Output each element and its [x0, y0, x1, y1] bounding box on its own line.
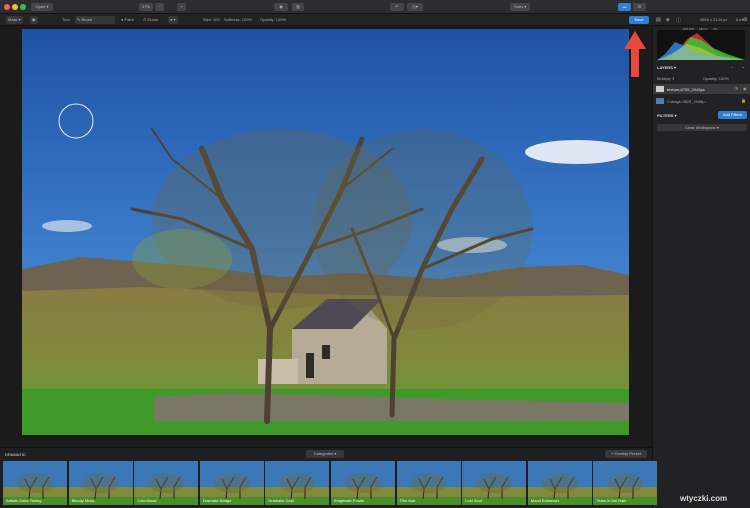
remove-layer-button[interactable]: − [731, 65, 733, 70]
preset-thumbnail[interactable]: Lost Soul [462, 461, 527, 505]
categories-label: Categories [313, 451, 334, 456]
history-icon[interactable]: ◷▾ [407, 3, 423, 11]
preset-category-title: DRAMATIC [5, 452, 26, 457]
brush-dropdown[interactable]: ✎ Brush [75, 16, 115, 24]
clear-workspace-button[interactable]: Clear Workspace ▾ [657, 124, 747, 131]
layer-name: Cottage-9823_2048p... [667, 99, 708, 104]
minimize-window-icon[interactable] [12, 4, 18, 10]
paint-option[interactable]: ● Paint [121, 16, 134, 24]
layers-label: LAYERS [657, 65, 673, 70]
brush-mode-dropdown[interactable]: ● ▾ [168, 16, 178, 24]
preset-thumbnail[interactable]: Cold Mood [134, 461, 199, 505]
iso-label: ISO 100 [683, 27, 695, 31]
preset-thumbnail[interactable]: Dramatic Cold [265, 461, 330, 505]
histogram-icon[interactable]: ▤ [656, 17, 661, 23]
brush-opacity[interactable]: Opacity: 100% [260, 16, 286, 24]
layout-toggle-icon[interactable]: ▬ [618, 3, 631, 11]
canvas-area[interactable] [0, 27, 652, 447]
preset-thumbnail[interactable]: Enigmatic Power [331, 461, 395, 505]
preset-name: Mood Enhancer [530, 498, 560, 503]
preset-thumbnail[interactable]: Film Noir [396, 461, 461, 505]
zoom-level: 27% [141, 4, 150, 9]
preset-thumbnail[interactable]: Tears in the Rain [593, 461, 658, 505]
info-icon[interactable]: ⓘ [676, 17, 681, 24]
brush-mask-icon[interactable]: ✎ [735, 86, 738, 91]
image-dimensions: 3616 x 3144 px [700, 17, 728, 22]
zoom-in-button[interactable]: + [177, 3, 186, 11]
brush-softness[interactable]: Softness: 100% [224, 16, 252, 24]
visibility-eye-icon[interactable]: ◉ [743, 86, 747, 91]
filters-label: FILTERS [657, 113, 674, 118]
preset-thumbnail[interactable]: Mood Enhancer [527, 461, 592, 505]
brush-label: Brush [81, 17, 92, 22]
close-window-icon[interactable] [4, 4, 10, 10]
preset-thumbnail[interactable]: Dramatic Bridge [199, 461, 264, 505]
overlay-preset-label: + Overlay Preset [611, 451, 641, 456]
right-panel: ▤ ◈ ⓘ ⚙ ISO 100 18mm f/11 LAYERS ▾ − + M… [652, 17, 750, 508]
open-button[interactable]: Open ▾ [31, 3, 53, 11]
tool-label: Tool: [62, 17, 71, 22]
zoom-out-button[interactable]: − [155, 3, 164, 11]
preset-name: Artistic Color Toning [6, 498, 42, 503]
save-button[interactable]: Save [629, 16, 649, 24]
title-bar: Open ▾ 27% − + ◉ ▥ ↶ ◷▾ Tools ▾ ▬ ☰ [0, 0, 750, 14]
histogram [657, 30, 745, 60]
layer-thumbnail [656, 86, 664, 92]
focal-length-label: 18mm [699, 27, 708, 31]
brush-toolbar: Mask ▾ ◉ Tool: ✎ Brush ● Paint ⊙ Erase ●… [0, 14, 750, 26]
preset-thumbnail[interactable]: Bloody Misty [68, 461, 133, 505]
mask-view-icon[interactable]: ◉ [30, 16, 38, 24]
preset-name: Bloody Misty [71, 498, 95, 503]
preset-name: Film Noir [399, 498, 416, 503]
preview-eye-icon[interactable]: ◉ [274, 3, 288, 11]
tools-button-label: Tools [513, 4, 524, 9]
watermark-text: wtyczki.com [680, 494, 728, 503]
aperture-label: f/11 [713, 27, 718, 31]
gear-icon[interactable]: ⚙ [743, 17, 747, 23]
layer-name: texture-6709_2048px [667, 87, 705, 92]
layer-thumbnail [656, 98, 664, 104]
preset-name: Cold Mood [137, 498, 157, 503]
add-layer-button[interactable]: + [742, 65, 744, 70]
compare-icon[interactable]: ▥ [292, 3, 304, 11]
layers-icon[interactable]: ◈ [666, 17, 670, 23]
tools-button[interactable]: Tools ▾ [510, 3, 530, 11]
blend-mode-label: Multiply [657, 76, 671, 81]
layer-opacity[interactable]: Opacity: 100% [703, 76, 729, 81]
categories-dropdown[interactable]: Categories ▾ [306, 450, 344, 458]
erase-option[interactable]: ⊙ Erase [143, 16, 158, 24]
edited-photo[interactable] [22, 29, 629, 435]
preset-thumbnail[interactable]: Artistic Color Toning [3, 461, 67, 505]
clear-workspace-label: Clear Workspace [685, 125, 716, 130]
lock-icon[interactable]: 🔒 [741, 98, 746, 103]
layer-row-cottage[interactable]: Cottage-9823_2048p... 🔒 [653, 96, 750, 106]
overlay-preset-button[interactable]: + Overlay Preset [605, 450, 647, 458]
blend-mode-dropdown[interactable]: Multiply ⇕ [657, 76, 675, 81]
layers-header[interactable]: LAYERS ▾ [657, 65, 676, 70]
red-arrow-icon [624, 31, 646, 77]
layer-row-texture[interactable]: texture-6709_2048px ✎ ◉ [653, 84, 750, 94]
landscape-image [22, 29, 629, 435]
preset-name: Dramatic Cold [268, 498, 294, 503]
panels-toggle-icon[interactable]: ☰ [633, 3, 646, 11]
zoom-window-icon[interactable] [20, 4, 26, 10]
preset-name: Tears in the Rain [596, 498, 627, 503]
paint-label: Paint [124, 17, 134, 22]
add-filters-button[interactable]: Add Filters [718, 111, 747, 119]
preset-name: Lost Soul [465, 498, 482, 503]
mask-label: Mask [8, 17, 18, 22]
preset-name: Dramatic Bridge [202, 498, 232, 503]
open-button-label: Open [35, 4, 46, 9]
undo-icon[interactable]: ↶ [390, 3, 404, 11]
mask-dropdown[interactable]: Mask ▾ [6, 16, 23, 24]
zoom-dropdown[interactable]: 27% [139, 3, 153, 11]
filters-header[interactable]: FILTERS ▾ [657, 113, 677, 118]
preset-name: Enigmatic Power [334, 498, 365, 503]
save-button-label: Save [634, 17, 644, 22]
add-filters-label: Add Filters [722, 112, 743, 117]
presets-bar: DRAMATIC Categories ▾ + Overlay Preset A… [0, 447, 658, 508]
erase-label: Erase [147, 17, 158, 22]
brush-size[interactable]: Size: 100 [203, 16, 220, 24]
